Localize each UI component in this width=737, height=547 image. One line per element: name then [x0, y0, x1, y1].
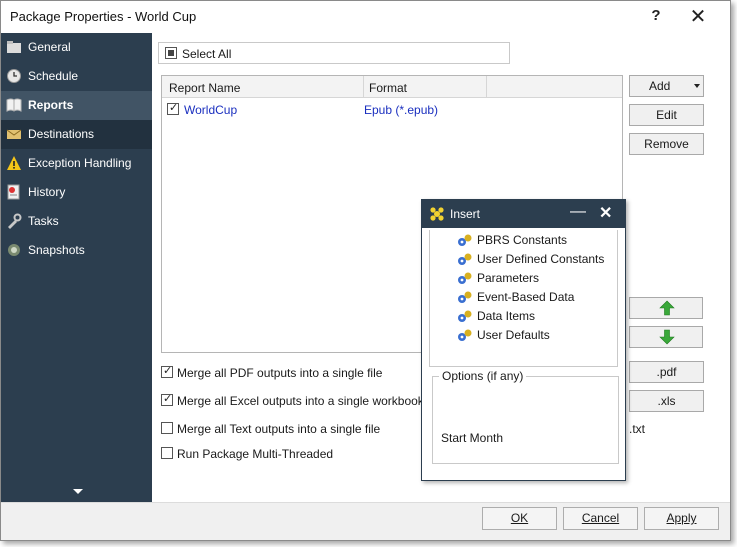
- tree-item-label: User Defaults: [477, 328, 550, 342]
- tree-item-label: Parameters: [477, 271, 540, 285]
- row-checkbox[interactable]: [167, 101, 179, 115]
- list-header: Report Name Format: [162, 76, 622, 98]
- sidebar-item-label: Tasks: [28, 214, 59, 228]
- move-up-button[interactable]: [629, 297, 703, 319]
- select-all-checkbox[interactable]: [165, 47, 177, 59]
- merge-pdf-checkbox[interactable]: [161, 364, 173, 378]
- tree-item-label: Data Items: [477, 309, 536, 323]
- envelope-icon: [6, 129, 22, 139]
- footer: OK Cancel Apply: [1, 502, 730, 540]
- merge-pdf-label: Merge all PDF outputs into a single file: [177, 366, 383, 380]
- sidebar-item-label: History: [28, 185, 66, 199]
- column-header-format[interactable]: Format: [369, 81, 407, 95]
- gears-icon: [458, 310, 472, 322]
- tree-item-label: PBRS Constants: [477, 233, 568, 247]
- insert-panel-title-bar[interactable]: Insert — ✕: [422, 200, 625, 228]
- help-button[interactable]: ?: [647, 7, 665, 27]
- ok-button[interactable]: OK: [482, 507, 557, 530]
- merge-text-label: Merge all Text outputs into a single fil…: [177, 422, 381, 436]
- window-title: Package Properties - World Cup: [10, 9, 197, 24]
- history-icon: [7, 184, 20, 200]
- add-button-label: Add: [649, 79, 671, 93]
- multi-threaded-checkbox[interactable]: [161, 447, 173, 459]
- sidebar-item-label: Exception Handling: [28, 156, 132, 170]
- close-button[interactable]: ✕: [685, 5, 711, 29]
- tasks-icon: [8, 213, 22, 229]
- sidebar-item-snapshots[interactable]: Snapshots: [1, 236, 152, 265]
- sidebar-item-exception-handling[interactable]: Exception Handling: [1, 149, 152, 178]
- gears-icon: [458, 234, 472, 246]
- column-header-report-name[interactable]: Report Name: [169, 81, 240, 95]
- sidebar-item-history[interactable]: History: [1, 178, 152, 207]
- cancel-button[interactable]: Cancel: [563, 507, 638, 530]
- table-row[interactable]: WorldCup Epub (*.epub): [162, 100, 622, 118]
- sidebar-item-label: Schedule: [28, 69, 79, 83]
- sidebar-item-destinations[interactable]: Destinations: [1, 120, 152, 149]
- report-name-cell: WorldCup: [184, 103, 238, 117]
- insert-panel: Insert — ✕ PBRS Constants User Defined C…: [421, 199, 626, 481]
- sidebar-item-label: Destinations: [28, 127, 95, 141]
- select-all-label: Select All: [182, 47, 232, 61]
- merge-excel-checkbox[interactable]: [161, 392, 173, 406]
- move-down-button[interactable]: [629, 326, 703, 348]
- sidebar-scroll-down-icon[interactable]: [73, 489, 83, 494]
- sidebar-item-general[interactable]: General: [1, 33, 152, 62]
- sidebar-item-tasks[interactable]: Tasks: [1, 207, 152, 236]
- arrow-down-icon: [659, 329, 675, 345]
- tree-item-label: User Defined Constants: [477, 252, 605, 266]
- txt-merge-label: .txt: [629, 422, 646, 436]
- apply-button[interactable]: Apply: [644, 507, 719, 530]
- title-bar: Package Properties - World Cup ? ✕: [1, 1, 730, 33]
- chevron-down-icon: [694, 84, 700, 88]
- insert-star-icon: [430, 207, 444, 221]
- merge-text-checkbox[interactable]: [161, 422, 173, 434]
- insert-tree[interactable]: PBRS Constants User Defined Constants Pa…: [429, 230, 618, 367]
- column-divider[interactable]: [486, 76, 487, 98]
- book-icon: [6, 98, 22, 112]
- select-all-group: Select All: [158, 42, 510, 64]
- add-button[interactable]: Add: [629, 75, 704, 97]
- gears-icon: [458, 272, 472, 284]
- tree-item-label: Event-Based Data: [477, 290, 575, 304]
- report-format-cell: Epub (*.epub): [364, 103, 439, 117]
- multi-threaded-label: Run Package Multi-Threaded: [177, 447, 334, 461]
- cancel-button-label: Cancel: [581, 511, 620, 525]
- gears-icon: [458, 253, 472, 265]
- gears-icon: [458, 291, 472, 303]
- gears-icon: [458, 329, 472, 341]
- merge-excel-label: Merge all Excel outputs into a single wo…: [177, 394, 424, 408]
- sidebar: General Schedule Reports Destinations Ex…: [1, 33, 152, 502]
- pdf-merge-button[interactable]: .pdf: [629, 361, 704, 383]
- arrow-up-icon: [659, 300, 675, 316]
- package-properties-window: Package Properties - World Cup ? ✕ Gener…: [0, 0, 731, 541]
- clock-icon: [7, 69, 21, 83]
- apply-button-label: Apply: [666, 511, 697, 525]
- remove-button[interactable]: Remove: [629, 133, 704, 155]
- column-divider[interactable]: [363, 76, 364, 98]
- sidebar-item-schedule[interactable]: Schedule: [1, 62, 152, 91]
- options-legend: Options (if any): [439, 369, 527, 383]
- insert-options-group: Options (if any) Start Month: [432, 369, 619, 464]
- ok-button-label: OK: [510, 511, 529, 525]
- camera-icon: [8, 244, 20, 256]
- insert-panel-title: Insert: [450, 207, 481, 221]
- xls-merge-button[interactable]: .xls: [629, 390, 704, 412]
- sidebar-item-label: General: [28, 40, 71, 54]
- warning-icon: [7, 156, 21, 170]
- sidebar-item-label: Snapshots: [28, 243, 85, 257]
- edit-button[interactable]: Edit: [629, 104, 704, 126]
- close-icon[interactable]: ✕: [599, 203, 612, 223]
- minimize-icon[interactable]: —: [570, 203, 586, 221]
- folder-icon: [7, 41, 21, 53]
- sidebar-item-label: Reports: [28, 98, 74, 112]
- sidebar-item-reports[interactable]: Reports: [1, 91, 152, 120]
- options-value[interactable]: Start Month: [441, 431, 503, 445]
